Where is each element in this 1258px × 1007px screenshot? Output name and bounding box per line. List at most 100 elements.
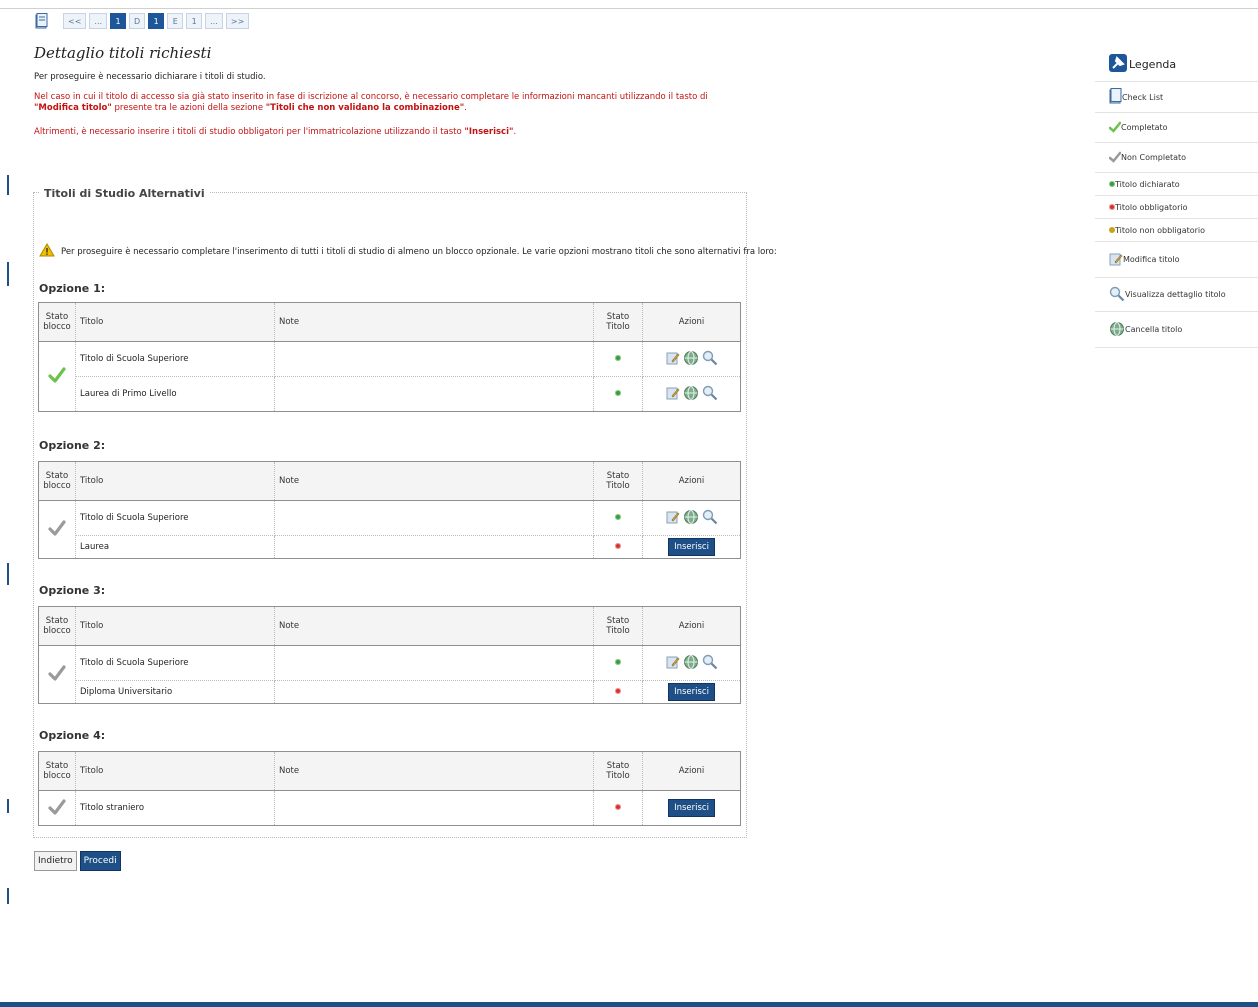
row-note xyxy=(274,500,594,536)
edit-icon xyxy=(1109,252,1123,268)
option-table: Stato blocco Titolo Note Stato Titolo Azio… xyxy=(38,606,741,704)
header-note: Note xyxy=(274,751,594,791)
edit-icon[interactable] xyxy=(666,655,680,672)
magnifier-icon[interactable] xyxy=(702,654,718,673)
option-title: Opzione 4: xyxy=(39,729,106,742)
legend-item: Cancella titolo xyxy=(1095,312,1258,348)
left-edge-mark xyxy=(7,888,9,904)
row-actions xyxy=(642,341,741,377)
proceed-button[interactable]: Procedi xyxy=(79,851,121,871)
option-title: Opzione 3: xyxy=(39,584,106,597)
left-edge-mark xyxy=(7,262,9,286)
left-edge-mark xyxy=(7,799,9,813)
row-titolo: Titolo di Scuola Superiore xyxy=(75,341,275,377)
insert-button[interactable]: Inserisci xyxy=(668,799,715,817)
header-titolo: Titolo xyxy=(75,606,275,646)
gray-check-icon xyxy=(1108,151,1122,165)
status-dot-red xyxy=(593,680,643,704)
legend-item: Non Completato xyxy=(1095,143,1258,173)
row-titolo: Titolo di Scuola Superiore xyxy=(75,645,275,681)
edit-icon[interactable] xyxy=(666,510,680,527)
legend-item: Completato xyxy=(1095,113,1258,143)
table-row: Titolo straniero Inserisci xyxy=(38,790,741,826)
header-titolo: Titolo xyxy=(75,751,275,791)
main-content: Dettaglio titoli richiesti Per proseguir… xyxy=(34,44,749,138)
insert-button[interactable]: Inserisci xyxy=(668,683,715,701)
option-table: Stato blocco Titolo Note Stato Titolo Azio… xyxy=(38,302,741,412)
instruction-text-2: Altrimenti, è necessario inserire i tito… xyxy=(34,127,517,137)
form-buttons: Indietro Procedi xyxy=(34,851,121,871)
header-azioni: Azioni xyxy=(642,751,741,791)
non-completato-check-icon xyxy=(38,790,76,826)
status-dot-green xyxy=(593,500,643,536)
pager-step[interactable]: 1 xyxy=(110,13,127,29)
row-note xyxy=(274,341,594,377)
pager-ellipsis[interactable]: ... xyxy=(205,13,223,29)
row-titolo: Diploma Universitario xyxy=(75,680,275,704)
insert-button[interactable]: Inserisci xyxy=(668,538,715,556)
footer-bar xyxy=(0,1002,1258,1007)
row-actions xyxy=(642,376,741,412)
magnifier-icon[interactable] xyxy=(702,385,718,404)
option-title: Opzione 2: xyxy=(39,439,106,452)
top-border xyxy=(0,0,1258,9)
page-title: Dettaglio titoli richiesti xyxy=(34,44,212,62)
header-stato-titolo: Stato Titolo xyxy=(593,606,643,646)
header-azioni: Azioni xyxy=(642,606,741,646)
pager-first[interactable]: << xyxy=(63,13,87,29)
status-dot-red xyxy=(593,790,643,826)
pager-step[interactable]: D xyxy=(129,13,146,29)
edit-icon[interactable] xyxy=(666,386,680,403)
table-row: Diploma Universitario Inserisci xyxy=(39,680,741,704)
pager-step[interactable]: 1 xyxy=(186,13,203,29)
breadcrumb-pager: << ... 1 D 1 E 1 ... >> xyxy=(35,13,250,29)
table-row: Titolo di Scuola Superiore xyxy=(38,645,741,704)
header-stato-titolo: Stato Titolo xyxy=(593,751,643,791)
option-table: Stato blocco Titolo Note Stato Titolo Azio… xyxy=(38,751,741,826)
globe-delete-icon[interactable] xyxy=(683,350,699,369)
header-azioni: Azioni xyxy=(642,461,741,501)
edit-icon[interactable] xyxy=(666,351,680,368)
status-dot-red xyxy=(593,535,643,559)
row-note xyxy=(274,790,594,826)
header-note: Note xyxy=(274,302,594,342)
option-table: Stato blocco Titolo Note Stato Titolo Azio… xyxy=(38,461,741,559)
globe-delete-icon[interactable] xyxy=(683,654,699,673)
legend-item: Check List xyxy=(1095,82,1258,113)
completato-check-icon xyxy=(38,341,76,412)
checklist-icon[interactable] xyxy=(35,13,48,29)
legend-pin-icon xyxy=(1109,54,1127,75)
pager-ellipsis[interactable]: ... xyxy=(89,13,108,29)
header-azioni: Azioni xyxy=(642,302,741,342)
back-button[interactable]: Indietro xyxy=(34,851,77,871)
row-note xyxy=(274,680,594,704)
magnifier-icon xyxy=(1109,286,1125,304)
globe-delete-icon xyxy=(1109,321,1125,339)
magnifier-icon[interactable] xyxy=(702,350,718,369)
header-stato-blocco: Stato blocco xyxy=(38,461,76,501)
pager-step[interactable]: E xyxy=(167,13,184,29)
row-titolo: Laurea xyxy=(75,535,275,559)
row-actions xyxy=(642,645,741,681)
status-dot-green xyxy=(593,376,643,412)
header-stato-titolo: Stato Titolo xyxy=(593,302,643,342)
instruction-text: Nel caso in cui il titolo di accesso sia… xyxy=(34,92,708,113)
globe-delete-icon[interactable] xyxy=(683,385,699,404)
warning-message: Per proseguire è necessario completare l… xyxy=(39,243,777,260)
legend-item: Titolo obbligatorio xyxy=(1095,196,1258,219)
legend-header: Legenda xyxy=(1095,48,1258,82)
globe-delete-icon[interactable] xyxy=(683,509,699,528)
table-row: Laurea Inserisci xyxy=(39,535,741,559)
header-note: Note xyxy=(274,461,594,501)
non-completato-check-icon xyxy=(38,645,76,704)
magnifier-icon[interactable] xyxy=(702,509,718,528)
row-note xyxy=(274,535,594,559)
pager-last[interactable]: >> xyxy=(225,13,250,29)
pager-step-current[interactable]: 1 xyxy=(148,13,165,29)
section-title: Titoli di Studio Alternativi xyxy=(40,187,209,200)
table-row: Titolo di Scuola Superiore xyxy=(38,500,741,559)
row-titolo: Titolo di Scuola Superiore xyxy=(75,500,275,536)
left-edge-mark xyxy=(7,175,9,195)
intro-text: Per proseguire è necessario dichiarare i… xyxy=(34,72,266,82)
header-stato-blocco: Stato blocco xyxy=(38,606,76,646)
